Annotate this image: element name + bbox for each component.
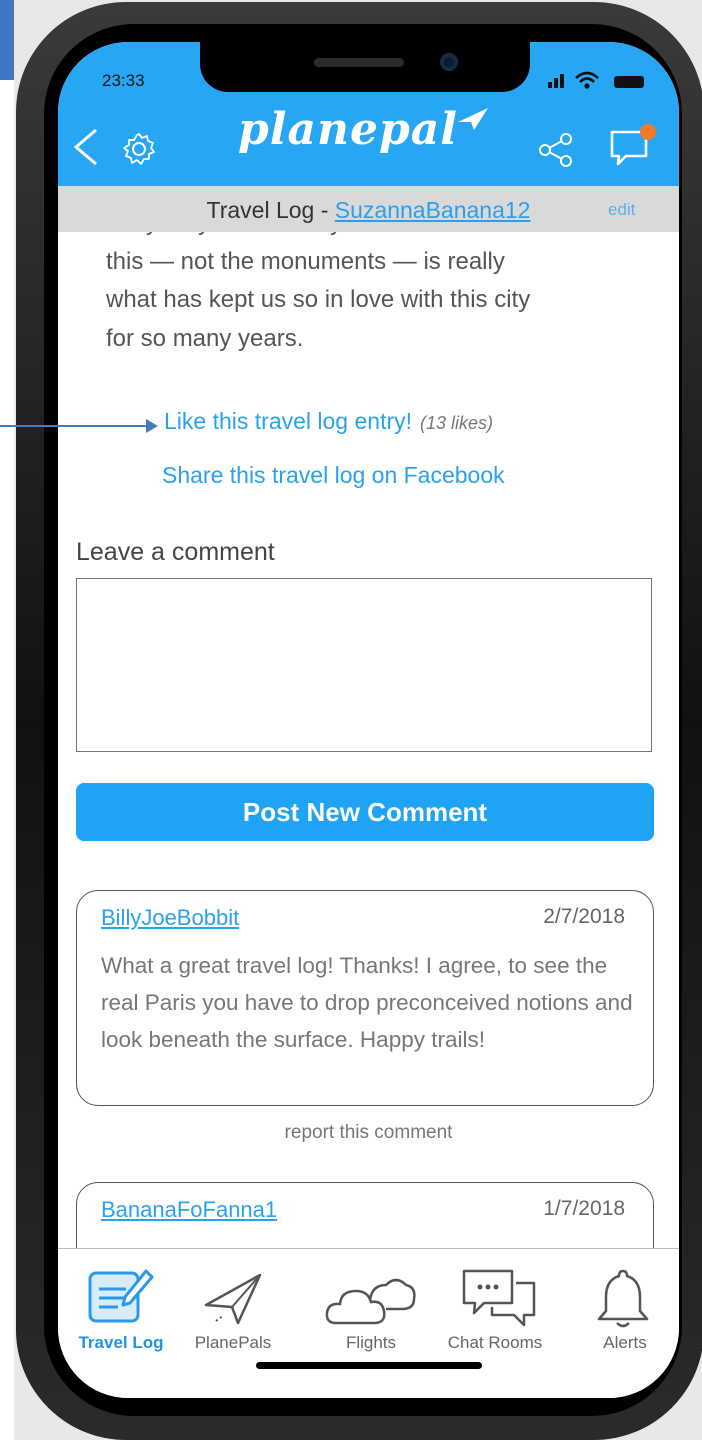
tab-label: Alerts	[603, 1333, 647, 1352]
speaker-grille	[314, 58, 404, 67]
like-entry-link[interactable]: Like this travel log entry!	[164, 408, 412, 434]
text-line: this — not the monuments — is really	[106, 247, 505, 275]
likes-count: (13 likes)	[420, 413, 494, 433]
comment-textarea[interactable]	[76, 578, 652, 752]
travel-log-title-prefix: Travel Log -	[206, 197, 335, 223]
travel-log-text: a mystery to us. And you will realize th…	[106, 232, 626, 358]
travel-log-icon	[88, 1269, 154, 1323]
tab-label: Chat Rooms	[447, 1333, 543, 1352]
travel-log-subheader: Travel Log - SuzannaBanana12 edit	[58, 186, 679, 232]
tab-label: Flights	[345, 1333, 397, 1352]
wifi-dot	[584, 83, 590, 89]
tab-planepals[interactable]: PlanePals	[178, 1249, 288, 1398]
comment-author-link[interactable]: BananaFoFanna1	[101, 1197, 277, 1223]
gear-icon[interactable]	[122, 132, 156, 166]
report-comment-link[interactable]: report this comment	[58, 1122, 679, 1144]
annotation-arrow-head	[146, 419, 158, 433]
tab-chat-rooms[interactable]: Chat Rooms	[440, 1249, 550, 1398]
back-icon[interactable]	[70, 128, 104, 166]
home-indicator[interactable]	[256, 1362, 482, 1369]
bell-icon	[597, 1269, 649, 1328]
status-icons	[548, 71, 644, 89]
tab-label: Travel Log	[78, 1333, 164, 1352]
tab-flights[interactable]: Flights	[316, 1249, 426, 1398]
comment-text: What a great travel log! Thanks! I agree…	[101, 953, 633, 1052]
text-line: a mystery to us. And you will realize th…	[106, 232, 626, 243]
status-time: 23:33	[102, 71, 145, 90]
logo-plane-icon	[457, 108, 488, 130]
comment-date: 2/7/2018	[543, 905, 625, 928]
leave-comment-label: Leave a comment	[76, 538, 275, 566]
comment-text: Truly happy and cheerful travel log entr…	[101, 1239, 641, 1248]
comment-card: BillyJoeBobbit 2/7/2018 What a great tra…	[76, 890, 654, 1106]
annotation-arrow-line	[0, 425, 150, 427]
wifi-icon	[575, 71, 599, 83]
paper-plane-icon	[204, 1273, 262, 1325]
planepal-logo: planepal	[238, 104, 490, 155]
text-line: what has kept us so in love with this ci…	[106, 286, 531, 313]
comment-card: BananaFoFanna1 1/7/2018 Truly happy and …	[76, 1182, 654, 1248]
share-icon[interactable]	[536, 130, 576, 170]
chat-rooms-icon	[462, 1269, 536, 1327]
comment-date: 1/7/2018	[543, 1197, 625, 1220]
like-entry-row: Like this travel log entry! (13 likes)	[164, 408, 493, 435]
annotation-corner-tab	[0, 0, 14, 80]
tab-alerts[interactable]: Alerts	[570, 1249, 679, 1398]
comment-author-link[interactable]: BillyJoeBobbit	[101, 905, 239, 931]
chat-notification-icon[interactable]	[608, 124, 658, 170]
signal-icon	[548, 74, 564, 88]
front-camera	[440, 53, 458, 71]
travel-log-title: Travel Log - SuzannaBanana12	[58, 197, 679, 224]
author-username-link[interactable]: SuzannaBanana12	[335, 197, 531, 223]
tab-travel-log[interactable]: Travel Log	[66, 1249, 176, 1398]
app-screen: 23:33 planepal Travel Log - SuzannaBanan…	[58, 42, 679, 1398]
bottom-tab-bar: Travel Log PlanePals Flights Chat Rooms …	[58, 1248, 679, 1398]
phone-notch	[200, 42, 530, 92]
edit-link[interactable]: edit	[608, 200, 635, 220]
app-header: 23:33 planepal	[58, 42, 679, 186]
tab-label: PlanePals	[194, 1333, 272, 1352]
clouds-icon	[325, 1278, 416, 1325]
share-facebook-link[interactable]: Share this travel log on Facebook	[162, 462, 505, 489]
post-comment-button[interactable]: Post New Comment	[76, 783, 654, 841]
scroll-content[interactable]: a mystery to us. And you will realize th…	[58, 232, 679, 1248]
battery-icon	[614, 76, 644, 88]
text-line: for so many years.	[106, 324, 304, 352]
